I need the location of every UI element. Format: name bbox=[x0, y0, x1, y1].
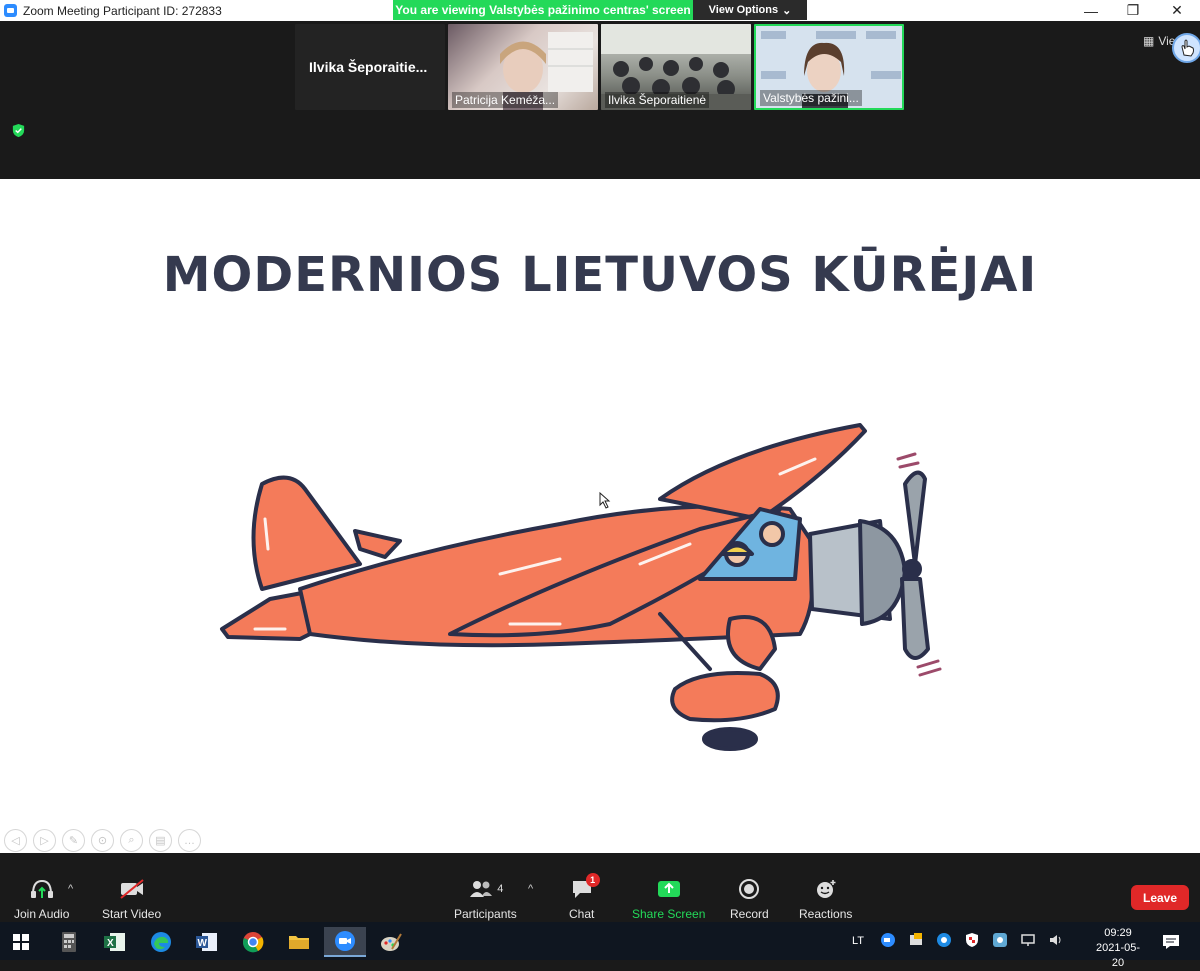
participant-name: Ilvika Šeporaitienė bbox=[605, 92, 710, 108]
chat-label: Chat bbox=[569, 907, 595, 921]
security-tray-icon[interactable] bbox=[908, 932, 924, 951]
chat-button[interactable]: 1 Chat bbox=[569, 873, 600, 921]
view-layout-button[interactable]: ▦ Vie bbox=[1143, 34, 1175, 48]
hand-cursor-icon bbox=[1172, 33, 1200, 63]
zoom-tray-icon[interactable] bbox=[880, 932, 896, 951]
screen-share-banner: You are viewing Valstybės pažinimo centr… bbox=[393, 0, 693, 20]
network-tray-icon[interactable] bbox=[1020, 932, 1036, 951]
headphones-icon bbox=[29, 877, 55, 901]
reactions-icon bbox=[814, 877, 838, 901]
volume-tray-icon[interactable] bbox=[1048, 932, 1064, 951]
system-tray bbox=[880, 922, 1064, 960]
windows-start-icon[interactable] bbox=[0, 927, 42, 957]
participants-count: 4 bbox=[497, 883, 504, 895]
zoom-taskbar-icon[interactable] bbox=[324, 927, 366, 957]
shared-screen-slide: MODERNIOS LIETUVOS KŪRĖJAI ◁ ▷ ✎ ⊙ ⌕ ▤ … bbox=[0, 179, 1200, 853]
start-video-label: Start Video bbox=[102, 907, 162, 921]
windows-taskbar: X W LT 09:29 2021-05-20 bbox=[0, 922, 1200, 969]
participant-name: Ilvika Šeporaitie... bbox=[309, 59, 428, 75]
notifications-icon[interactable] bbox=[1150, 927, 1192, 957]
record-label: Record bbox=[730, 907, 769, 921]
vpn-tray-icon[interactable] bbox=[992, 932, 1008, 951]
record-button[interactable]: Record bbox=[730, 877, 769, 921]
minimize-button[interactable]: — bbox=[1068, 0, 1114, 21]
participant-video-tile[interactable]: Ilvika Šeporaitienė bbox=[601, 24, 751, 110]
chat-icon: 1 bbox=[570, 873, 600, 901]
excel-icon[interactable]: X bbox=[94, 927, 136, 957]
encryption-shield-icon[interactable] bbox=[11, 123, 26, 138]
file-explorer-icon[interactable] bbox=[278, 927, 320, 957]
zoom-logo-icon bbox=[4, 4, 17, 17]
defender-tray-icon[interactable] bbox=[964, 932, 980, 951]
calculator-icon[interactable] bbox=[48, 927, 90, 957]
window-title: Zoom Meeting Participant ID: 272833 bbox=[23, 3, 222, 18]
join-audio-label: Join Audio bbox=[14, 907, 70, 921]
participants-label: Participants bbox=[454, 907, 517, 921]
view-options-button[interactable]: View Options ⌄ bbox=[693, 0, 807, 20]
reactions-label: Reactions bbox=[799, 907, 853, 921]
close-button[interactable]: ✕ bbox=[1154, 0, 1200, 21]
meeting-controls-bar: Join Audio ^ Start Video 4 Participants … bbox=[0, 853, 1200, 922]
reactions-button[interactable]: Reactions bbox=[799, 877, 852, 921]
annotation-toolbar: ◁ ▷ ✎ ⊙ ⌕ ▤ … bbox=[4, 829, 201, 852]
chat-unread-badge: 1 bbox=[585, 873, 600, 887]
join-audio-button[interactable]: Join Audio bbox=[14, 877, 69, 921]
clock-date: 2021-05-20 bbox=[1095, 942, 1141, 969]
pointer-icon[interactable]: ⊙ bbox=[91, 829, 114, 852]
word-icon[interactable]: W bbox=[186, 927, 228, 957]
participant-name: Patricija Keméža... bbox=[452, 92, 559, 108]
svg-text:W: W bbox=[198, 938, 208, 949]
pen-icon[interactable]: ✎ bbox=[62, 829, 85, 852]
participant-video-tile[interactable]: Patricija Keméža... bbox=[448, 24, 598, 110]
edge-browser-icon[interactable] bbox=[140, 927, 182, 957]
leave-button[interactable]: Leave bbox=[1131, 885, 1189, 910]
whiteboard-icon[interactable]: ▤ bbox=[149, 829, 172, 852]
share-screen-icon bbox=[656, 877, 682, 901]
record-icon bbox=[738, 877, 760, 901]
input-language-indicator[interactable]: LT bbox=[852, 922, 864, 960]
clock-time: 09:29 bbox=[1104, 927, 1132, 939]
participant-name: Valstybės pažini... bbox=[760, 90, 862, 106]
participant-strip: Ilvika Šeporaitie... Patricija Keméža...… bbox=[0, 21, 1200, 179]
zoom-icon[interactable]: ⌕ bbox=[120, 829, 143, 852]
teams-tray-icon[interactable] bbox=[936, 932, 952, 951]
system-clock[interactable]: 09:29 2021-05-20 bbox=[1090, 926, 1146, 971]
share-screen-button[interactable]: Share Screen bbox=[632, 877, 705, 921]
participants-options-caret-icon[interactable]: ^ bbox=[528, 883, 533, 895]
svg-text:X: X bbox=[107, 938, 114, 949]
airplane-illustration bbox=[220, 423, 942, 751]
previous-icon[interactable]: ◁ bbox=[4, 829, 27, 852]
more-icon[interactable]: … bbox=[178, 829, 201, 852]
chrome-icon[interactable] bbox=[232, 927, 274, 957]
participants-icon bbox=[470, 881, 493, 897]
next-icon[interactable]: ▷ bbox=[33, 829, 56, 852]
chevron-down-icon: ⌄ bbox=[782, 4, 792, 17]
start-video-button[interactable]: Start Video bbox=[102, 877, 161, 921]
video-off-icon bbox=[118, 877, 146, 901]
participants-icon-group: 4 bbox=[467, 877, 503, 901]
audio-options-caret-icon[interactable]: ^ bbox=[68, 883, 73, 895]
participant-video-tile-active-speaker[interactable]: Valstybės pažini... bbox=[754, 24, 904, 110]
restore-button[interactable]: ❐ bbox=[1110, 0, 1156, 21]
share-screen-label: Share Screen bbox=[632, 907, 706, 921]
view-options-label: View Options bbox=[708, 4, 779, 16]
participant-tile[interactable]: Ilvika Šeporaitie... bbox=[295, 24, 445, 110]
participants-button[interactable]: 4 Participants bbox=[454, 877, 517, 921]
paint-icon[interactable] bbox=[370, 927, 412, 957]
grid-icon: ▦ bbox=[1143, 34, 1155, 48]
